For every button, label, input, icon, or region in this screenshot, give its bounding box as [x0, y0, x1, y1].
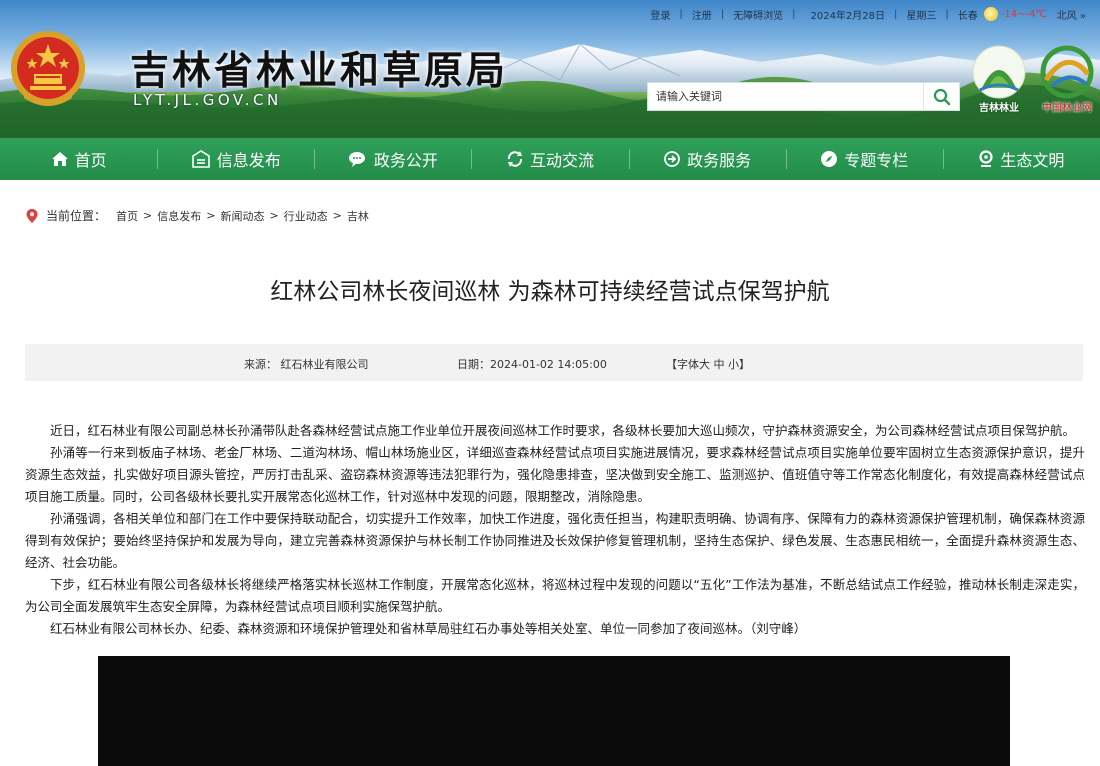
nav-info-release[interactable]: 信息发布: [157, 138, 314, 180]
china-forestry-logo[interactable]: 中国林业网: [1036, 44, 1098, 114]
breadcrumb-separator: >: [332, 209, 342, 222]
divider: |: [792, 8, 796, 20]
breadcrumb-label: 当前位置：: [46, 209, 107, 223]
article-date: 日期：2024-01-02 14:05:00: [457, 358, 607, 371]
breadcrumb-jilin[interactable]: 吉林: [347, 208, 369, 224]
nav-label: 信息发布: [216, 151, 281, 170]
site-title: 吉林省林业和草原局: [130, 48, 509, 94]
jilin-forestry-logo-icon: [972, 45, 1026, 99]
weekday: 星期三: [906, 10, 937, 22]
nav-home[interactable]: 首页: [0, 138, 157, 180]
national-emblem-icon: [11, 31, 85, 106]
nav-label: 生态文明: [1000, 151, 1065, 170]
nav-label: 首页: [74, 151, 107, 170]
font-size-small[interactable]: 小: [728, 358, 739, 371]
temperature: -14~-4℃: [1000, 8, 1047, 20]
divider: |: [679, 8, 683, 20]
search-icon: [933, 88, 950, 105]
compass-icon: [820, 150, 838, 168]
sunny-icon: [983, 7, 998, 21]
breadcrumb-news[interactable]: 新闻动态: [220, 208, 264, 224]
china-forestry-logo-icon: [1040, 45, 1094, 99]
nav-special-topics[interactable]: 专题专栏: [785, 138, 943, 180]
current-date: 2024年2月28日: [810, 10, 886, 22]
main-nav: 首页 信息发布 政务公开 互动交流 政务服务 专题专栏 生态文明: [0, 138, 1100, 180]
article-paragraph: 红石林业有限公司林长办、纪委、森林资源和环境保护管理处和省林草局驻红石办事处等相…: [50, 621, 807, 636]
breadcrumb-info-release[interactable]: 信息发布: [157, 208, 201, 224]
article-paragraph: 下步，红石林业有限公司各级林长将继续严格落实林长巡林工作制度，开展常态化巡林，将…: [25, 577, 1085, 614]
weather-city: 长春: [957, 10, 978, 22]
jilin-forestry-logo[interactable]: 吉林林业: [968, 44, 1030, 114]
font-size-control: 【字体大 中 小】: [666, 356, 750, 372]
search-box: [647, 82, 960, 111]
article-photo: [98, 656, 1010, 766]
china-forestry-caption: 中国林业网: [1042, 103, 1092, 114]
nav-label: 政务服务: [687, 151, 752, 170]
breadcrumb-home[interactable]: 首页: [116, 208, 138, 224]
divider: |: [945, 8, 949, 20]
search-button[interactable]: [923, 83, 959, 110]
nav-government-affairs[interactable]: 政务公开: [314, 138, 471, 180]
home-icon: [51, 151, 69, 167]
divider: |: [720, 8, 725, 20]
breadcrumb: 当前位置： 首页 > 信息发布 > 新闻动态 > 行业动态 > 吉林: [26, 207, 369, 224]
wind-link[interactable]: 北风 »: [1057, 7, 1086, 22]
site-url: LYT.JL.GOV.CN: [133, 91, 282, 109]
top-utility-bar: 登录 | 注册 | 无障碍浏览 | 2024年2月28日 | 星期三 | 长春 …: [650, 6, 1086, 22]
site-header: 登录 | 注册 | 无障碍浏览 | 2024年2月28日 | 星期三 | 长春 …: [0, 0, 1100, 138]
accessible-browse-link[interactable]: 无障碍浏览: [733, 7, 783, 22]
chat-icon: [348, 150, 368, 168]
nav-ecological-civilization[interactable]: 生态文明: [942, 138, 1100, 180]
breadcrumb-separator: >: [206, 209, 216, 222]
article-source: 来源： 红石林业有限公司: [244, 358, 369, 371]
nav-government-services[interactable]: 政务服务: [628, 138, 786, 180]
nav-label: 政务公开: [373, 151, 438, 170]
font-size-medium[interactable]: 中: [714, 358, 725, 371]
jilin-forestry-caption: 吉林林业: [979, 103, 1019, 114]
pin-icon: [978, 150, 994, 168]
divider: |: [894, 8, 898, 20]
font-size-large[interactable]: 大: [699, 358, 710, 371]
nav-interaction[interactable]: 互动交流: [471, 138, 628, 180]
article-paragraph: 近日，红石林业有限公司副总林长孙涌带队赴各森林经营试点施工作业单位开展夜间巡林工…: [50, 423, 1076, 438]
service-icon: [663, 150, 681, 168]
search-input[interactable]: [648, 83, 923, 110]
font-size-label: 【字体: [666, 358, 699, 371]
location-pin-icon: [26, 208, 38, 223]
breadcrumb-separator: >: [143, 209, 153, 222]
breadcrumb-industry-news[interactable]: 行业动态: [284, 208, 328, 224]
font-size-bracket: 】: [739, 358, 750, 371]
login-link[interactable]: 登录: [650, 7, 670, 22]
article-body: 近日，红石林业有限公司副总林长孙涌带队赴各森林经营试点施工作业单位开展夜间巡林工…: [25, 420, 1085, 640]
nav-label: 专题专栏: [844, 151, 909, 170]
refresh-icon: [506, 150, 524, 168]
article-meta-bar: 来源： 红石林业有限公司 日期：2024-01-02 14:05:00 【字体大…: [25, 344, 1083, 381]
article-title: 红林公司林长夜间巡林 为森林可持续经营试点保驾护航: [270, 279, 830, 305]
article-paragraph: 孙涌强调，各相关单位和部门在工作中要保持联动配合，切实提升工作效率，加快工作进度…: [25, 511, 1085, 570]
register-link[interactable]: 注册: [692, 7, 712, 22]
breadcrumb-separator: >: [269, 209, 279, 222]
article-paragraph: 孙涌等一行来到板庙子林场、老金厂林场、二道沟林场、帽山林场施业区，详细巡查森林经…: [25, 445, 1085, 504]
info-icon: [191, 150, 211, 168]
nav-label: 互动交流: [529, 151, 594, 170]
